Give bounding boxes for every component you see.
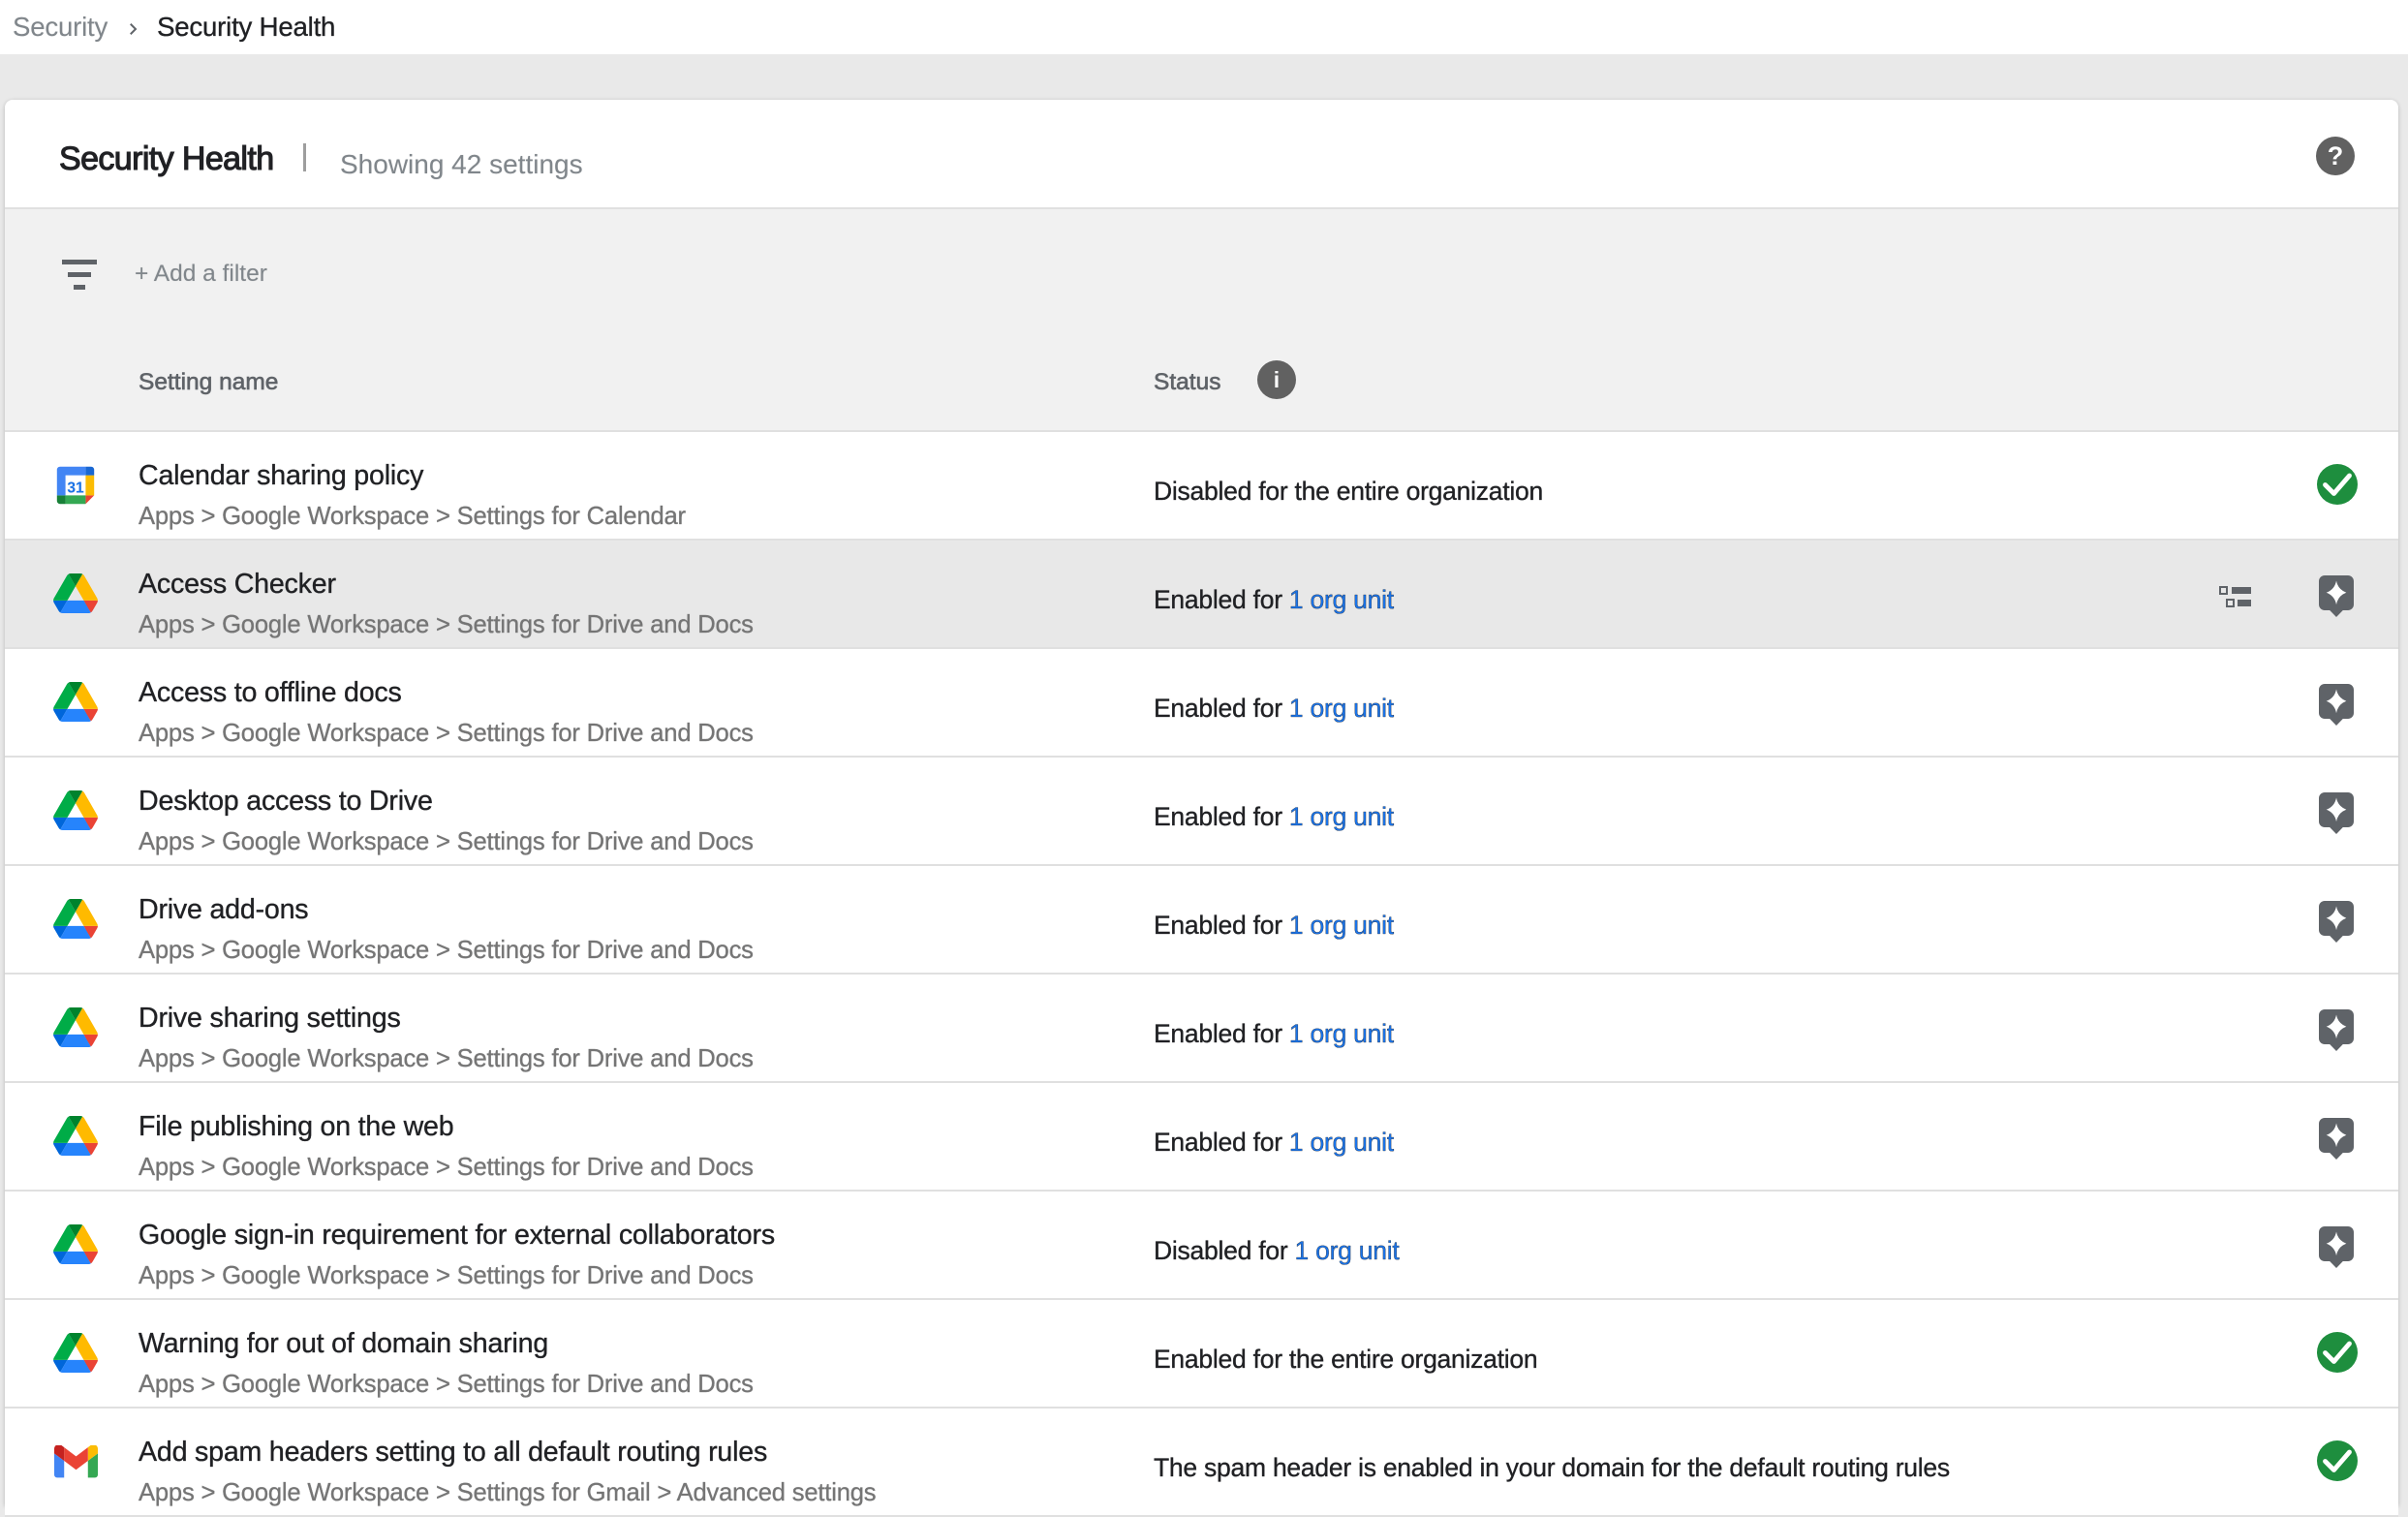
svg-text:31: 31 xyxy=(67,480,84,496)
